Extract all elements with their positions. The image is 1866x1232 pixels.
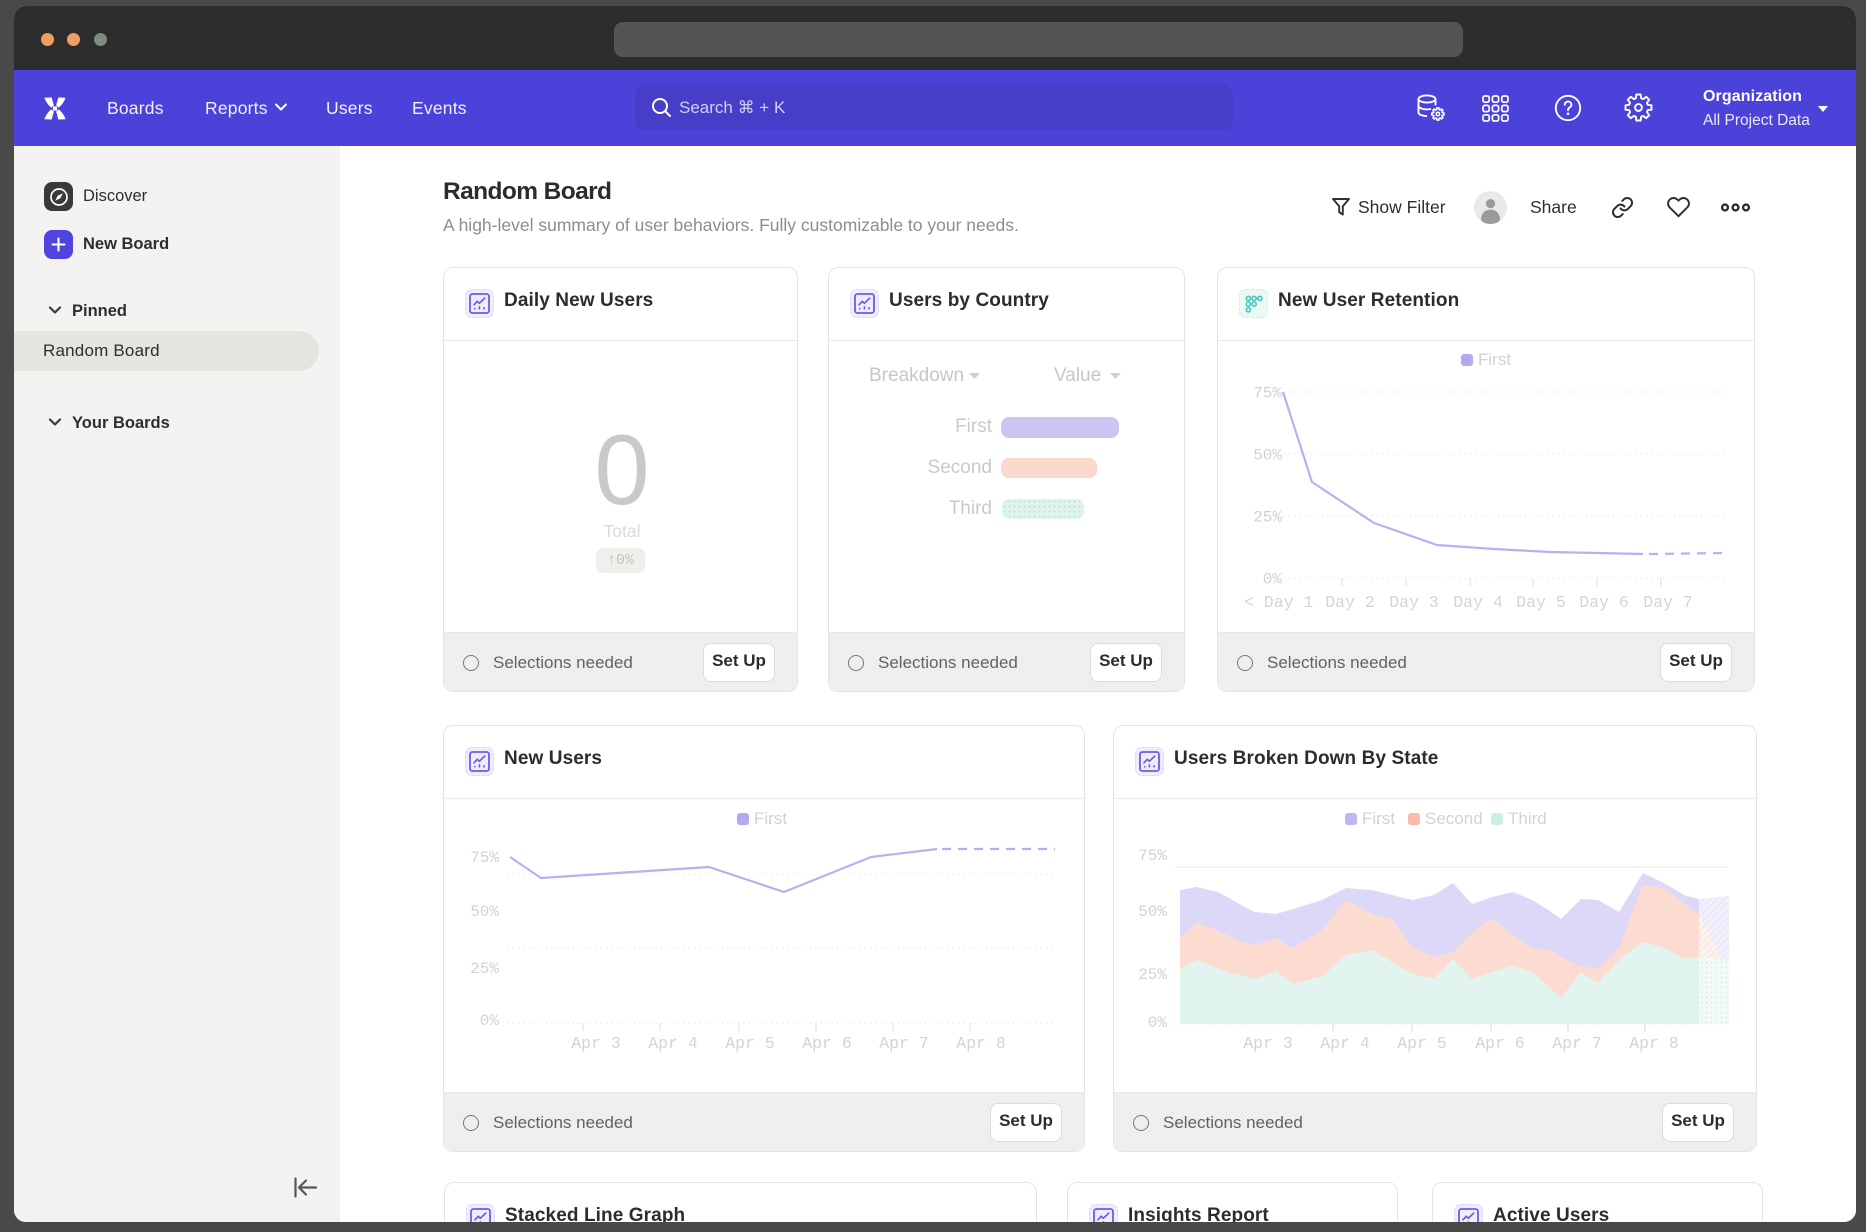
svg-text:Apr 4: Apr 4 [1320,1034,1370,1053]
svg-text:25%: 25% [470,960,499,978]
svg-text:Day 5: Day 5 [1516,593,1566,612]
svg-text:Apr 8: Apr 8 [1629,1034,1679,1053]
svg-text:25%: 25% [1138,966,1167,984]
svg-text:75%: 75% [1138,847,1167,865]
svg-text:Apr 3: Apr 3 [571,1034,621,1053]
svg-text:25%: 25% [1253,509,1282,527]
svg-text:Day 6: Day 6 [1579,593,1629,612]
svg-text:Second: Second [1425,809,1483,828]
svg-text:Apr 3: Apr 3 [1243,1034,1293,1053]
svg-text:0%: 0% [1263,571,1283,589]
svg-text:< Day 1: < Day 1 [1244,593,1313,612]
svg-text:50%: 50% [1138,903,1167,921]
svg-text:Day 4: Day 4 [1453,593,1503,612]
svg-text:Apr 5: Apr 5 [1397,1034,1447,1053]
svg-text:75%: 75% [1253,385,1282,403]
svg-text:Apr 6: Apr 6 [802,1034,852,1053]
svg-text:Apr 6: Apr 6 [1475,1034,1525,1053]
svg-text:Apr 8: Apr 8 [956,1034,1006,1053]
svg-text:Third: Third [1508,809,1547,828]
svg-text:75%: 75% [470,849,499,867]
svg-text:Apr 7: Apr 7 [1552,1034,1602,1053]
svg-text:Apr 7: Apr 7 [879,1034,929,1053]
svg-text:Day 7: Day 7 [1643,593,1693,612]
svg-text:Apr 5: Apr 5 [725,1034,775,1053]
svg-text:First: First [754,809,787,828]
svg-text:First: First [1362,809,1395,828]
svg-text:Apr 4: Apr 4 [648,1034,698,1053]
svg-text:First: First [1478,350,1511,369]
svg-text:0%: 0% [480,1012,500,1030]
svg-text:Day 3: Day 3 [1389,593,1439,612]
svg-text:Day 2: Day 2 [1325,593,1375,612]
svg-text:50%: 50% [1253,447,1282,465]
svg-text:0%: 0% [1148,1014,1168,1032]
svg-text:50%: 50% [470,903,499,921]
